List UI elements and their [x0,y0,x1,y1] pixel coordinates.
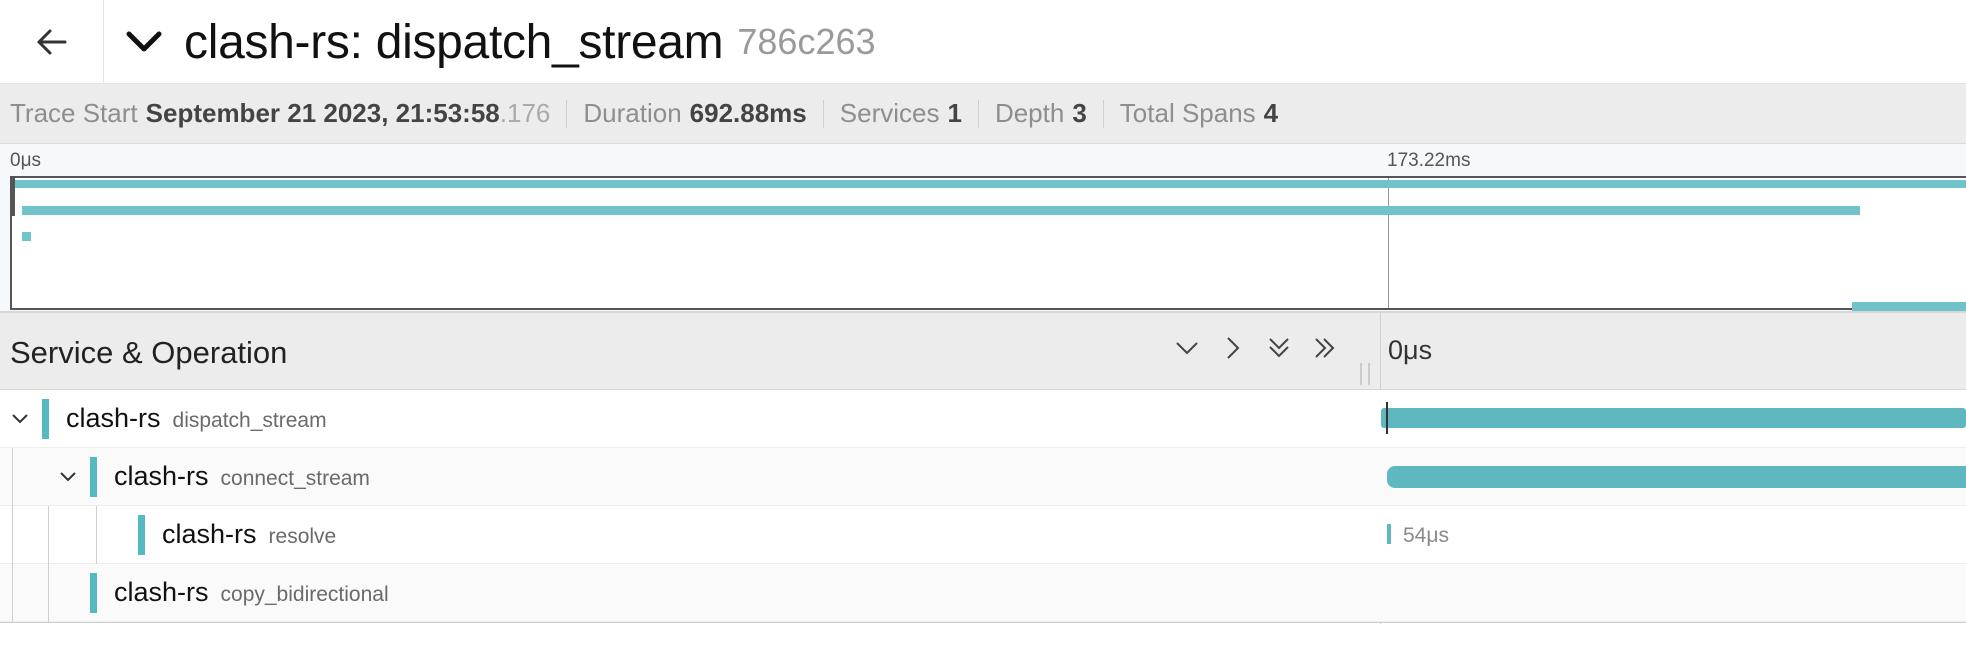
span-label: clash-rs copy_bidirectional [114,577,389,607]
span-bar[interactable] [1381,408,1966,428]
minimap-viewport[interactable] [10,176,1966,311]
span-rows: clash-rs dispatch_stream clash-rs connect_… [0,390,1966,622]
span-name-cell[interactable]: clash-rs dispatch_stream [0,390,1380,448]
depth: Depth 3 [994,98,1087,128]
collapse-header-button[interactable] [122,20,166,64]
span-bar-cell[interactable] [1381,564,1966,622]
divider [977,99,979,128]
collapse-span-toggle[interactable] [8,407,32,431]
span-start-marker [1386,402,1388,434]
span-bar[interactable] [1387,524,1391,544]
divider [822,99,824,128]
trace-minimap[interactable]: 0μs 173.22ms [0,144,1966,312]
expand-all-button[interactable] [1308,331,1342,365]
span-table-header: Service & Operation 0μs [0,312,1966,390]
collapse-span-toggle[interactable] [56,465,80,489]
service-color-bar [138,515,145,555]
tree-guide [12,564,13,622]
table-bottom-border [0,622,1966,623]
span-name-cell[interactable]: clash-rs copy_bidirectional [0,564,1380,622]
minimap-span-bar [12,180,1966,188]
collapse-one-button[interactable] [1170,331,1204,365]
span-row[interactable]: clash-rs dispatch_stream [0,390,1966,448]
span-duration-label: 54μs [1403,524,1449,547]
span-row[interactable]: clash-rs connect_stream [0,448,1966,506]
tree-guide [12,506,13,564]
column-resizer[interactable] [1360,363,1370,385]
expand-one-button[interactable] [1216,331,1250,365]
divider [566,99,568,128]
span-bar-cell[interactable] [1381,448,1966,506]
service-operation-header: Service & Operation [10,335,288,370]
minimap-span-bar [22,232,31,241]
span-bar[interactable] [1387,466,1966,488]
tree-guide [96,506,97,564]
trace-id: 786c263 [737,21,876,62]
chevron-right-icon [1227,337,1240,359]
service-color-bar [90,573,97,613]
total-spans: Total Spans 4 [1119,98,1279,128]
trace-header: clash-rs: dispatch_stream 786c263 [0,0,1966,84]
divider [1102,99,1104,128]
trace-start: Trace Start September 21 2023, 21:53:58.… [10,98,551,128]
services-count: Services 1 [839,98,962,128]
chevron-down-icon [12,414,28,424]
trace-summary-bar: Trace Start September 21 2023, 21:53:58.… [0,84,1966,144]
minimap-tick-1: 173.22ms [1387,150,1471,171]
span-bar-cell[interactable] [1381,390,1966,448]
arrow-left-icon [37,29,66,55]
chevron-down-icon [126,31,162,52]
span-name-cell[interactable]: clash-rs connect_stream [0,448,1380,506]
minimap-span-bar [1852,302,1966,311]
title-area: clash-rs: dispatch_stream 786c263 [122,0,876,84]
back-button[interactable] [0,0,104,84]
tree-controls [1170,331,1342,365]
service-color-bar [90,457,97,497]
double-chevron-down-icon [1269,338,1289,358]
minimap-handle[interactable] [10,178,15,216]
duration: Duration 692.88ms [583,98,807,128]
span-row[interactable]: clash-rs copy_bidirectional [0,564,1966,622]
chevron-down-icon [1176,342,1198,355]
timeline-tick-start: 0μs [1388,335,1433,365]
tree-guide [48,564,49,622]
span-label: clash-rs dispatch_stream [66,403,327,433]
minimap-tick-line [1388,178,1389,308]
span-label: clash-rs connect_stream [114,461,370,491]
page-title: clash-rs: dispatch_stream [184,15,724,69]
span-label: clash-rs resolve [162,519,337,549]
chevron-down-icon [60,472,76,482]
span-row[interactable]: clash-rs resolve 54μs [0,506,1966,564]
double-chevron-right-icon [1315,338,1335,358]
tree-guide [12,448,13,506]
minimap-span-bar [22,206,1860,215]
collapse-all-button[interactable] [1262,331,1296,365]
minimap-tick-start: 0μs [10,150,42,171]
tree-guide [48,506,49,564]
span-bar-cell[interactable]: 54μs [1381,506,1966,564]
service-color-bar [42,399,49,439]
span-name-cell[interactable]: clash-rs resolve [0,506,1380,564]
